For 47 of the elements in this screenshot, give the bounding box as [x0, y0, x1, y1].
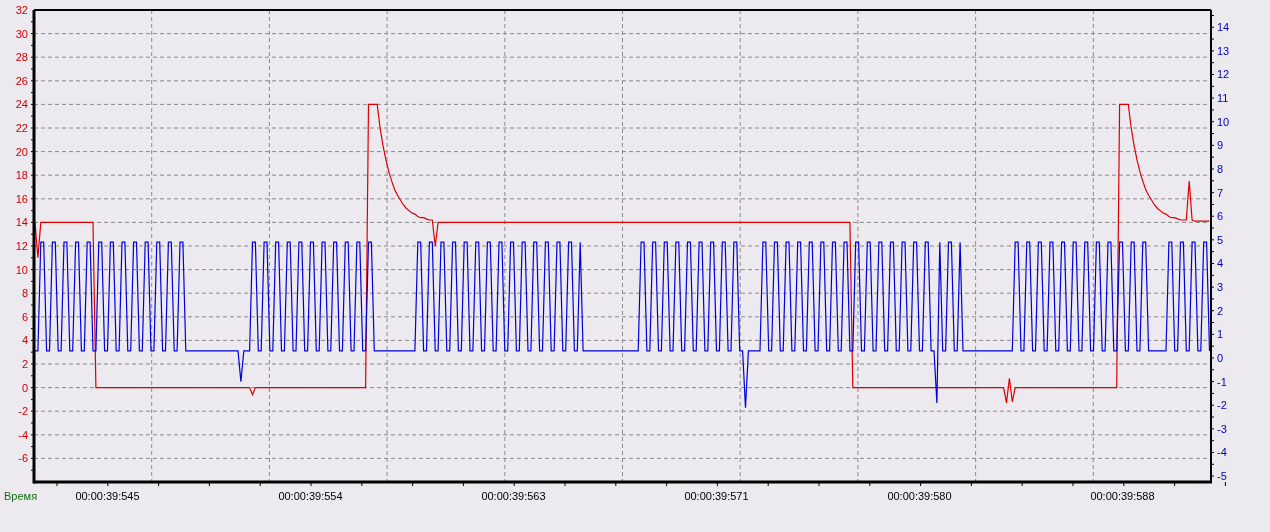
x-axis-label: 00:00:39:588 [1090, 490, 1155, 502]
y-axis-label: 26 [15, 74, 28, 87]
y-axis-label: 28 [15, 51, 28, 64]
y-axis-label: 18 [15, 169, 28, 182]
y-axis-label: -4 [18, 428, 28, 441]
y-axis-label: -4 [1217, 446, 1227, 459]
y-axis-label: 10 [1217, 115, 1230, 128]
y-axis-label: 30 [15, 27, 28, 40]
y-axis-label: 13 [1217, 44, 1230, 57]
y-axis-label: 2 [1217, 304, 1224, 317]
y-axis-label: 2 [21, 358, 28, 370]
y-axis-label: 11 [1217, 92, 1229, 105]
y-axis-label: 12 [1217, 68, 1230, 81]
y-axis-label: 16 [15, 192, 28, 205]
y-axis-label: 6 [1217, 210, 1224, 223]
x-axis-label: 00:00:39:571 [684, 490, 749, 502]
y-axis-label: 6 [21, 310, 28, 323]
y-axis-label: -6 [18, 452, 28, 465]
y-axis-label: -2 [1217, 399, 1227, 412]
y-axis-label: 1 [1217, 328, 1224, 341]
y-axis-label: 4 [21, 334, 28, 347]
y-axis-label: 14 [15, 216, 28, 229]
y-axis-label: 8 [21, 287, 28, 300]
y-axis-label: 5 [1217, 233, 1224, 246]
y-axis-label: -5 [1217, 470, 1227, 483]
y-axis-label: 3 [1217, 281, 1224, 294]
y-axis-label: 0 [21, 381, 28, 394]
y-axis-label: -2 [18, 405, 28, 418]
y-axis-label: 24 [15, 98, 28, 111]
x-axis-label: 00:00:39:545 [75, 490, 140, 502]
y-axis-label: 4 [1217, 257, 1224, 270]
y-axis-label: 12 [15, 240, 28, 252]
x-axis-label: 00:00:39:554 [278, 490, 343, 502]
y-axis-label: 32 [15, 4, 28, 16]
x-axis-label: 00:00:39:580 [887, 490, 952, 502]
y-axis-label: -1 [1217, 375, 1227, 388]
y-axis-label: -3 [1217, 422, 1227, 435]
axis-title: Время [4, 490, 38, 502]
y-axis-label: 7 [1217, 186, 1224, 199]
y-axis-label: 0 [1217, 352, 1224, 364]
y-axis-label: 22 [15, 122, 28, 134]
y-axis-label: 10 [15, 263, 28, 276]
y-axis-label: 20 [15, 145, 28, 158]
y-axis-label: 9 [1217, 139, 1224, 152]
y-axis-label: 14 [1217, 21, 1230, 34]
x-axis-label: 00:00:39:563 [481, 490, 546, 502]
y-axis-label: 8 [1217, 163, 1224, 175]
